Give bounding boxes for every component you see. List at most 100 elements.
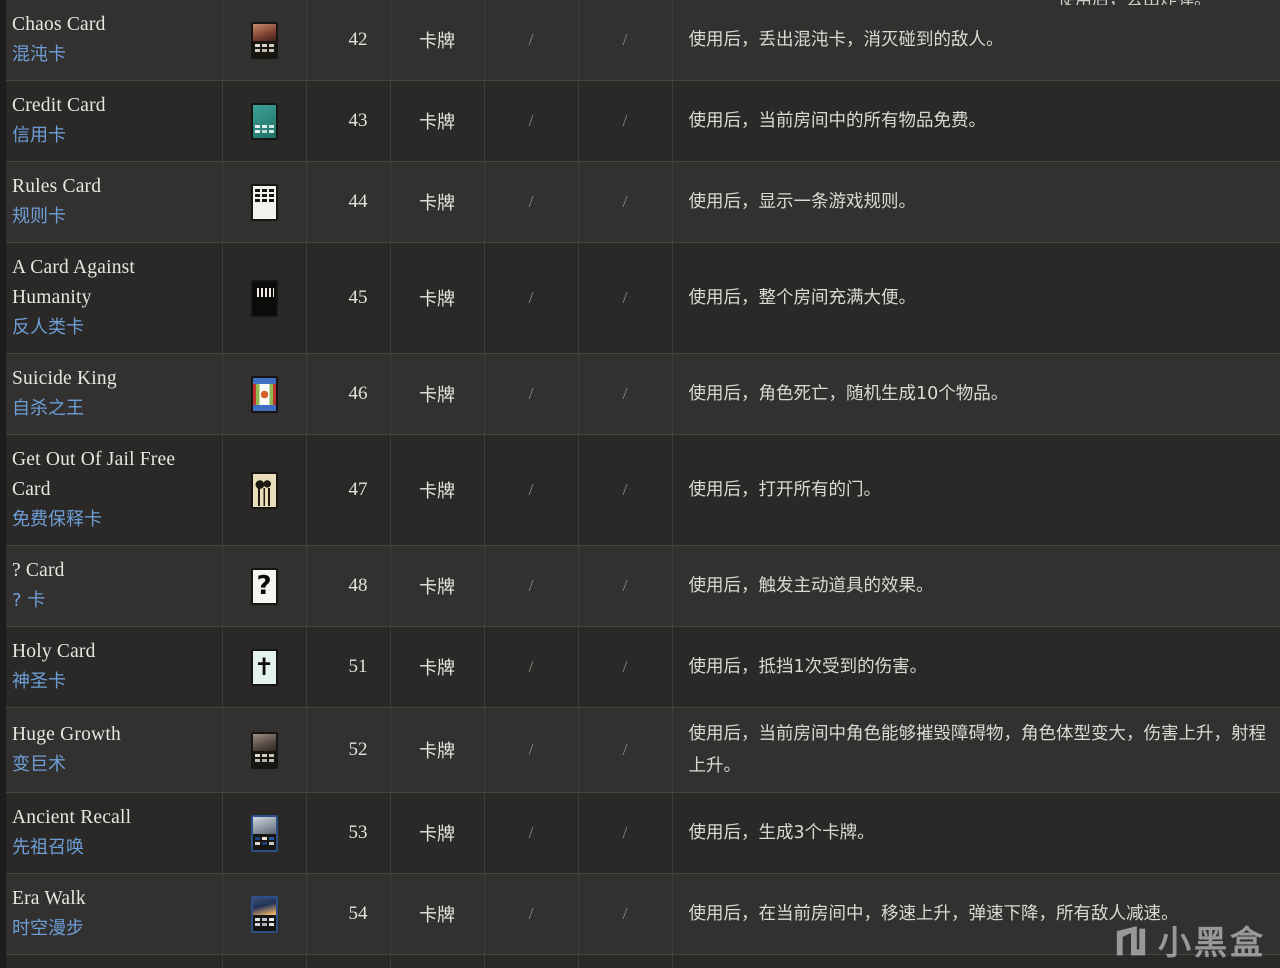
card-name-cell: Wild Card万用牌 — [0, 954, 223, 968]
card-icon-cell — [222, 353, 307, 435]
card-description-cell: 使用后，在当前房间中，移速上升，弹速下降，所有敌人减速。 — [672, 873, 1280, 955]
table-row[interactable]: ? Card? 卡? 48 卡牌 / / 使用后，触发主动道具的效果。 — [0, 545, 1280, 627]
card-slot2-cell: / — [578, 161, 673, 243]
card-name-zh: 免费保释卡 — [12, 509, 102, 530]
table-row[interactable]: Chaos Card 混沌卡 42 卡牌 / / 使用后，丢出混沌卡，消灭碰到的敌人。 — [0, 0, 1280, 81]
card-slot1-cell: / — [484, 353, 579, 435]
card-slot1-cell: / — [484, 0, 579, 81]
card-id-cell: 47 — [306, 434, 391, 546]
card-type-cell: 卡牌 — [390, 161, 485, 243]
card-slot1-cell: / — [484, 161, 579, 243]
card-items-table-body: Chaos Card 混沌卡 42 卡牌 / / 使用后，丢出混沌卡，消灭碰到的敌人。 Cre… — [0, 0, 1280, 968]
card-icon-cell — [222, 0, 307, 81]
card-id-cell: 44 — [306, 161, 391, 243]
card-id-cell: 51 — [306, 626, 391, 708]
card-slot1-cell: / — [484, 707, 579, 793]
card-type-cell: 卡牌 — [390, 626, 485, 708]
card-slot2-cell: / — [578, 545, 673, 627]
table-row[interactable]: Get Out Of Jail Free Card 免费保释卡 47 卡牌 / / 使用后，… — [0, 434, 1280, 546]
card-id-cell: 42 — [306, 0, 391, 81]
card-name-zh: 变巨术 — [12, 754, 66, 775]
card-type-cell: 卡牌 — [390, 434, 485, 546]
card-icon-cell — [222, 161, 307, 243]
table-row[interactable]: A Card Against Humanity 反人类卡 45 卡牌 / / 使用后，整个房… — [0, 242, 1280, 354]
card-type-cell: 卡牌 — [390, 792, 485, 874]
card-name-zh: 时空漫步 — [12, 918, 84, 939]
card-id-cell: 52 — [306, 707, 391, 793]
card-name-cell: Chaos Card 混沌卡 — [0, 0, 223, 81]
card-description-cell: 使用后，角色死亡，随机生成10个物品。 — [672, 353, 1280, 435]
question-card-icon: ? — [250, 567, 278, 605]
card-slot1-cell: / — [484, 80, 579, 162]
left-edge-gutter — [0, 0, 6, 968]
card-name-cell: ? Card ? 卡 — [0, 545, 223, 627]
card-name-zh: 自杀之王 — [12, 398, 84, 419]
table-row[interactable]: Suicide King 自杀之王 46 卡牌 / / 使用后，角色死亡，随机生成10个物品… — [0, 353, 1280, 435]
card-name-en: Get Out Of Jail Free Card — [12, 449, 176, 500]
card-slot1-cell: / — [484, 626, 579, 708]
card-type-cell: 卡牌 — [390, 0, 485, 81]
card-name-en: Credit Card — [12, 95, 106, 116]
era-walk-card-icon — [250, 895, 278, 933]
card-name-en: Suicide King — [12, 368, 117, 389]
card-icon-cell — [222, 873, 307, 955]
card-name-en: Chaos Card — [12, 14, 106, 35]
card-slot2-cell: / — [578, 353, 673, 435]
card-slot2-cell: / — [578, 80, 673, 162]
card-id-cell: 80 — [306, 954, 391, 968]
card-slot1-cell: / — [484, 434, 579, 546]
card-description-cell: 使用后，触发主动道具的效果。 — [672, 545, 1280, 627]
card-icon-cell — [222, 80, 307, 162]
card-slot2-cell: / — [578, 242, 673, 354]
ancient-recall-card-icon — [250, 814, 278, 852]
card-description-cell: 使用后，触发上一次使用的主动道具、卡牌或胶囊的效果。 — [672, 954, 1280, 968]
card-icon-cell — [222, 434, 307, 546]
table-row[interactable]: Huge Growth 变巨术 52 卡牌 / / 使用后，当前房间中角色能够摧毁障碍物，角… — [0, 707, 1280, 793]
card-description-cell: 使用后，打开所有的门。 — [672, 434, 1280, 546]
card-items-table: Chaos Card 混沌卡 42 卡牌 / / 使用后，丢出混沌卡，消灭碰到的敌人。 Cre… — [0, 0, 1280, 968]
rules-card-icon — [250, 183, 278, 221]
card-name-en: ? Card — [12, 560, 65, 581]
card-slot2-cell: / — [578, 434, 673, 546]
card-name-cell: Get Out Of Jail Free Card 免费保释卡 — [0, 434, 223, 546]
card-name-en: Huge Growth — [12, 724, 121, 745]
card-icon-cell — [222, 792, 307, 874]
card-icon-cell: ✝ — [222, 626, 307, 708]
card-slot1-cell: / — [484, 545, 579, 627]
table-row[interactable]: Credit Card 信用卡 43 卡牌 / / 使用后，当前房间中的所有物品免费。 — [0, 80, 1280, 162]
card-icon-cell: ? — [222, 545, 307, 627]
card-id-cell: 46 — [306, 353, 391, 435]
card-name-en: Era Walk — [12, 888, 86, 909]
card-name-en: Rules Card — [12, 176, 102, 197]
card-type-cell: 卡牌 — [390, 80, 485, 162]
card-name-cell: Holy Card 神圣卡 — [0, 626, 223, 708]
card-name-cell: Era Walk 时空漫步 — [0, 873, 223, 955]
card-description-cell: 使用后，显示一条游戏规则。 — [672, 161, 1280, 243]
card-description-cell: 使用后，当前房间中角色能够摧毁障碍物，角色体型变大，伤害上升，射程上升。 — [672, 707, 1280, 793]
table-row[interactable]: Era Walk 时空漫步 54 卡牌 / / 使用后，在当前房间中，移速上升，弹速下降，所… — [0, 873, 1280, 955]
card-name-zh: 神圣卡 — [12, 671, 66, 692]
card-icon-cell — [222, 954, 307, 968]
huge-growth-card-icon — [250, 731, 278, 769]
table-row[interactable]: Ancient Recall 先祖召唤 53 卡牌 / / 使用后，生成3个卡牌。 — [0, 792, 1280, 874]
suicide-king-card-icon — [250, 375, 278, 413]
card-id-cell: 54 — [306, 873, 391, 955]
card-id-cell: 48 — [306, 545, 391, 627]
table-row[interactable]: Rules Card 规则卡 44 卡牌 / / 使用后，显示一条游戏规则。 — [0, 161, 1280, 243]
table-row[interactable]: Wild Card万用牌80卡牌//使用后，触发上一次使用的主动道具、卡牌或胶囊… — [0, 954, 1280, 968]
card-name-zh: 信用卡 — [12, 125, 66, 146]
card-name-en: Holy Card — [12, 641, 96, 662]
card-name-cell: Suicide King 自杀之王 — [0, 353, 223, 435]
card-description-cell: 使用后，丢出混沌卡，消灭碰到的敌人。 — [672, 0, 1280, 81]
card-name-en: A Card Against Humanity — [12, 257, 136, 308]
card-type-cell: 卡牌 — [390, 954, 485, 968]
card-slot2-cell: / — [578, 873, 673, 955]
card-type-cell: 卡牌 — [390, 353, 485, 435]
card-slot2-cell: / — [578, 0, 673, 81]
card-slot1-cell: / — [484, 792, 579, 874]
card-name-cell: A Card Against Humanity 反人类卡 — [0, 242, 223, 354]
card-slot1-cell: / — [484, 954, 579, 968]
card-type-cell: 卡牌 — [390, 707, 485, 793]
card-description-cell: 使用后，生成3个卡牌。 — [672, 792, 1280, 874]
table-row[interactable]: Holy Card 神圣卡 ✝ 51 卡牌 / / 使用后，抵挡1次受到的伤害。 — [0, 626, 1280, 708]
